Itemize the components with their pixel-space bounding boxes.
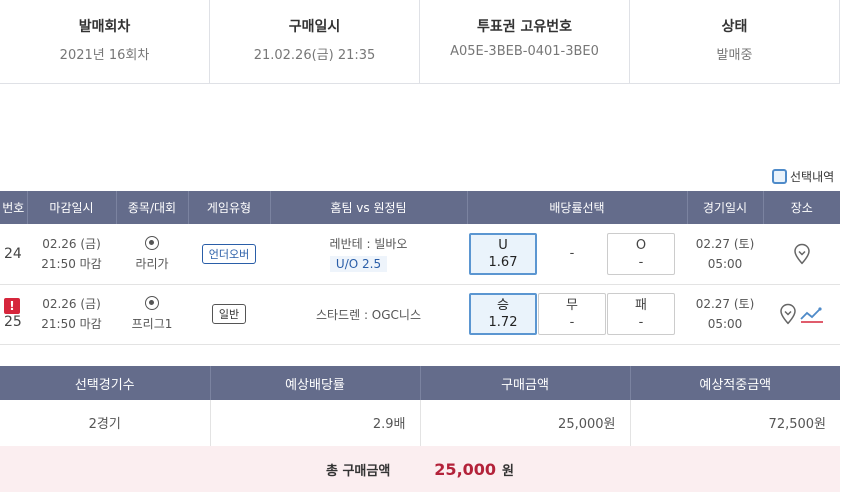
ticket-round: 발매회차 2021년 16회차 xyxy=(0,0,209,83)
soccer-ball-icon xyxy=(145,296,159,310)
odds-value: - xyxy=(638,254,644,270)
expected-odds: 2.9배 xyxy=(209,400,420,447)
game-type: 일반 xyxy=(188,284,270,345)
ticket-id-label: 투표권 고유번호 xyxy=(476,19,573,35)
close-date: 02.26 (금) xyxy=(42,297,101,311)
odds-label: 패 xyxy=(635,298,647,313)
game-type-badge: 언더오버 xyxy=(201,243,257,264)
game-datetime: 02.27 (토) 05:00 xyxy=(687,284,763,345)
col-header-venue: 장소 xyxy=(762,191,840,224)
trend-chart-icon[interactable] xyxy=(800,305,824,323)
table-row: ! 25 02.26 (금) 21:50 마감 프리그1 일반 스타드렌 : O… xyxy=(0,284,840,345)
odds-option-win[interactable]: 승 1.72 xyxy=(469,293,537,335)
map-pin-icon[interactable] xyxy=(793,243,811,265)
col-header-odds: 배당률선택 xyxy=(466,191,687,224)
ticket-id: 투표권 고유번호 A05E-3BEB-0401-3BE0 xyxy=(419,0,629,83)
col-header-close: 마감일시 xyxy=(26,191,116,224)
selection-legend-label: 선택내역 xyxy=(790,170,835,184)
status-value: 발매중 xyxy=(716,48,753,63)
game-type: 언더오버 xyxy=(188,224,270,285)
selected-games-count: 2경기 xyxy=(0,400,210,447)
odds-value: 1.72 xyxy=(488,315,518,330)
close-date: 02.26 (금) xyxy=(42,236,101,251)
purchase-time-value: 21.02.26(금) 21:35 xyxy=(253,48,376,63)
total-purchase-bar: 총 구매금액 25,000 원 xyxy=(0,446,840,492)
odds-option-lose[interactable]: 패 - xyxy=(607,293,675,335)
map-pin-icon[interactable] xyxy=(779,303,797,325)
games-header-row: 번호 마감일시 종목/대회 게임유형 홈팀 vs 원정팀 배당률선택 경기일시 … xyxy=(0,191,840,224)
sport-league: 라리가 xyxy=(116,224,188,285)
expected-payout: 72,500원 xyxy=(629,400,840,447)
purchase-amount: 25,000원 xyxy=(419,400,630,447)
close-time: 21:50 마감 xyxy=(41,317,102,331)
alert-icon: ! xyxy=(4,298,20,314)
ticket-round-label: 발매회차 xyxy=(78,19,131,35)
sport-league: 프리그1 xyxy=(116,284,188,345)
league-name: 라리가 xyxy=(135,256,169,271)
col-header-sport: 종목/대회 xyxy=(115,191,188,224)
match-cell: 레반테 : 빌바오 U/O 2.5 xyxy=(270,224,467,285)
purchase-detail-page: 발매회차 2021년 16회차 구매일시 21.02.26(금) 21:35 투… xyxy=(0,0,850,498)
odds-option-draw: - xyxy=(538,233,606,275)
game-no-cell: ! 25 xyxy=(0,284,27,345)
odds-value: - xyxy=(569,315,575,330)
game-time: 05:00 xyxy=(707,317,743,331)
match-cell: 스타드렌 : OGC니스 xyxy=(270,284,467,345)
selection-swatch-icon xyxy=(772,169,787,184)
under-over-line: U/O 2.5 xyxy=(329,256,388,273)
odds-label: 승 xyxy=(497,298,509,313)
league-name: 프리그1 xyxy=(131,317,173,331)
odds-option-under[interactable]: U 1.67 xyxy=(469,232,537,275)
ticket-info: 발매회차 2021년 16회차 구매일시 21.02.26(금) 21:35 투… xyxy=(0,0,840,84)
col-header-game-time: 경기일시 xyxy=(686,191,763,224)
soccer-ball-icon xyxy=(145,235,159,250)
status-label: 상태 xyxy=(721,19,748,35)
game-date: 02.27 (토) xyxy=(695,297,755,311)
summary-header-games: 선택경기수 xyxy=(0,366,210,400)
ticket-purchase-time: 구매일시 21.02.26(금) 21:35 xyxy=(209,0,419,83)
total-purchase-amount: 25,000 xyxy=(434,459,497,479)
col-header-match: 홈팀 vs 원정팀 xyxy=(269,191,467,224)
summary-header-amount: 구매금액 xyxy=(419,366,630,400)
odds-label: - xyxy=(569,246,575,262)
ticket-round-value: 2021년 16회차 xyxy=(59,48,150,63)
game-no: 25 xyxy=(4,314,22,330)
match-teams: 스타드렌 : OGC니스 xyxy=(315,307,422,322)
selection-legend: 선택내역 xyxy=(772,168,834,185)
summary-header-odds: 예상배당률 xyxy=(209,366,420,400)
game-datetime: 02.27 (토) 05:00 xyxy=(687,224,763,285)
games-table: 번호 마감일시 종목/대회 게임유형 홈팀 vs 원정팀 배당률선택 경기일시 … xyxy=(0,191,840,345)
odds-label: O xyxy=(635,237,647,253)
total-purchase-unit: 원 xyxy=(502,463,515,479)
close-datetime: 02.26 (금) 21:50 마감 xyxy=(27,224,116,285)
purchase-time-label: 구매일시 xyxy=(288,19,341,35)
odds-value: - xyxy=(638,315,644,330)
match-teams: 레반테 : 빌바오 xyxy=(329,237,408,252)
summary-row: 2경기 2.9배 25,000원 72,500원 xyxy=(0,400,840,447)
game-time: 05:00 xyxy=(707,256,743,271)
game-no: 24 xyxy=(0,224,27,285)
odds-cell: 승 1.72 무 - 패 - xyxy=(467,284,687,345)
venue-cell xyxy=(763,284,840,345)
odds-option-over[interactable]: O - xyxy=(607,232,675,275)
game-date: 02.27 (토) xyxy=(695,236,755,251)
odds-label: 무 xyxy=(566,298,578,313)
game-type-badge: 일반 xyxy=(211,304,247,324)
summary-header-payout: 예상적중금액 xyxy=(629,366,840,400)
total-purchase-label: 총 구매금액 xyxy=(325,463,391,479)
odds-label: U xyxy=(498,237,508,253)
venue-cell xyxy=(763,224,840,285)
close-time: 21:50 마감 xyxy=(41,256,102,271)
summary-table: 선택경기수 예상배당률 구매금액 예상적중금액 2경기 2.9배 25,000원… xyxy=(0,366,840,447)
ticket-id-value: A05E-3BEB-0401-3BE0 xyxy=(450,44,599,59)
ticket-status: 상태 발매중 xyxy=(629,0,839,83)
odds-value: 1.67 xyxy=(488,254,518,270)
table-row: 24 02.26 (금) 21:50 마감 라리가 언더오버 레반테 : 빌바오… xyxy=(0,224,840,285)
col-header-type: 게임유형 xyxy=(187,191,270,224)
close-datetime: 02.26 (금) 21:50 마감 xyxy=(27,284,116,345)
col-header-no: 번호 xyxy=(0,191,27,224)
odds-option-draw[interactable]: 무 - xyxy=(538,293,606,335)
summary-header-row: 선택경기수 예상배당률 구매금액 예상적중금액 xyxy=(0,366,840,400)
odds-cell: U 1.67 - O - xyxy=(467,224,687,285)
